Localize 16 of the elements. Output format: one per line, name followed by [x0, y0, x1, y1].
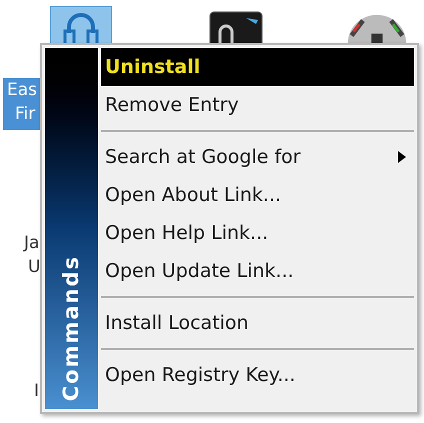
submenu-arrow-icon — [398, 151, 406, 163]
menu-item[interactable]: Remove Entry — [101, 86, 414, 124]
headset-icon — [61, 11, 101, 45]
app-label: Ja — [24, 232, 40, 254]
menu-item[interactable]: Open About Link... — [101, 176, 414, 214]
menu-item[interactable]: Open Registry Key... — [101, 356, 414, 394]
menu-item[interactable]: Open Help Link... — [101, 214, 414, 252]
app-label: U — [28, 256, 40, 278]
menu-item[interactable]: Install Location — [101, 304, 414, 342]
menu-item[interactable]: Search at Google for — [101, 138, 414, 176]
menu-item[interactable]: Open Update Link... — [101, 252, 414, 290]
device-icon — [208, 10, 264, 46]
menu-item[interactable]: Uninstall — [101, 48, 414, 86]
app-label: I — [34, 380, 40, 402]
menu-title: Commands — [61, 254, 82, 401]
app-tile[interactable] — [50, 6, 112, 46]
